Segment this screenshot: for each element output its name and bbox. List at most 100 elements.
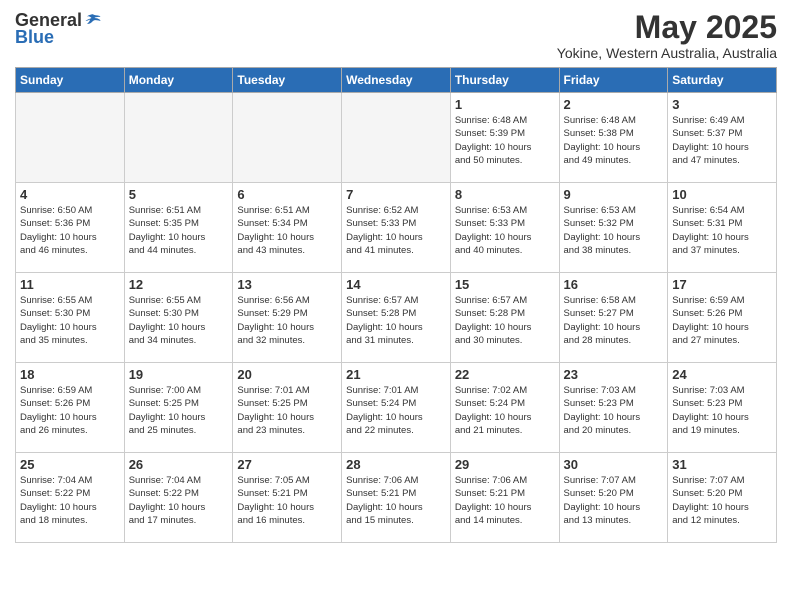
calendar-cell: 8 Sunrise: 6:53 AMSunset: 5:33 PMDaylight… xyxy=(450,183,559,273)
calendar-cell xyxy=(342,93,451,183)
day-number: 27 xyxy=(237,457,337,472)
day-info: Sunrise: 7:07 AMSunset: 5:20 PMDaylight:… xyxy=(564,474,664,527)
calendar-cell: 5 Sunrise: 6:51 AMSunset: 5:35 PMDaylight… xyxy=(124,183,233,273)
calendar-week-1: 4 Sunrise: 6:50 AMSunset: 5:36 PMDaylight… xyxy=(16,183,777,273)
calendar-cell: 18Sunrise: 6:59 AMSunset: 5:26 PMDayligh… xyxy=(16,363,125,453)
calendar-cell: 9Sunrise: 6:53 AMSunset: 5:32 PMDaylight… xyxy=(559,183,668,273)
day-info: Sunrise: 6:53 AMSunset: 5:33 PMDaylight:… xyxy=(455,204,555,257)
calendar-table: SundayMondayTuesdayWednesdayThursdayFrid… xyxy=(15,67,777,543)
day-info: Sunrise: 6:51 AMSunset: 5:35 PMDaylight:… xyxy=(129,204,229,257)
weekday-header-thursday: Thursday xyxy=(450,68,559,93)
day-info: Sunrise: 7:04 AMSunset: 5:22 PMDaylight:… xyxy=(20,474,120,527)
header: General Blue May 2025 Yokine, Western Au… xyxy=(15,10,777,61)
calendar-cell: 25 Sunrise: 7:04 AMSunset: 5:22 PMDayligh… xyxy=(16,453,125,543)
day-info: Sunrise: 6:50 AMSunset: 5:36 PMDaylight:… xyxy=(20,204,120,257)
calendar-week-3: 18Sunrise: 6:59 AMSunset: 5:26 PMDayligh… xyxy=(16,363,777,453)
day-number: 1 xyxy=(455,97,555,112)
day-number: 31 xyxy=(672,457,772,472)
day-info: Sunrise: 6:58 AMSunset: 5:27 PMDaylight:… xyxy=(564,294,664,347)
calendar-cell: 19 Sunrise: 7:00 AMSunset: 5:25 PMDayligh… xyxy=(124,363,233,453)
day-info: Sunrise: 7:01 AMSunset: 5:25 PMDaylight:… xyxy=(237,384,337,437)
day-number: 5 xyxy=(129,187,229,202)
calendar-cell: 7 Sunrise: 6:52 AMSunset: 5:33 PMDaylight… xyxy=(342,183,451,273)
day-info: Sunrise: 7:03 AMSunset: 5:23 PMDaylight:… xyxy=(564,384,664,437)
calendar-cell: 28 Sunrise: 7:06 AMSunset: 5:21 PMDayligh… xyxy=(342,453,451,543)
calendar-cell: 29 Sunrise: 7:06 AMSunset: 5:21 PMDayligh… xyxy=(450,453,559,543)
day-number: 10 xyxy=(672,187,772,202)
day-number: 28 xyxy=(346,457,446,472)
day-number: 30 xyxy=(564,457,664,472)
day-number: 3 xyxy=(672,97,772,112)
calendar-week-2: 11Sunrise: 6:55 AMSunset: 5:30 PMDayligh… xyxy=(16,273,777,363)
calendar-cell: 21 Sunrise: 7:01 AMSunset: 5:24 PMDayligh… xyxy=(342,363,451,453)
day-info: Sunrise: 6:48 AMSunset: 5:39 PMDaylight:… xyxy=(455,114,555,167)
title-area: May 2025 Yokine, Western Australia, Aust… xyxy=(557,10,777,61)
weekday-header-wednesday: Wednesday xyxy=(342,68,451,93)
calendar-cell: 11Sunrise: 6:55 AMSunset: 5:30 PMDayligh… xyxy=(16,273,125,363)
day-number: 17 xyxy=(672,277,772,292)
day-info: Sunrise: 7:06 AMSunset: 5:21 PMDaylight:… xyxy=(346,474,446,527)
calendar-cell: 12 Sunrise: 6:55 AMSunset: 5:30 PMDayligh… xyxy=(124,273,233,363)
weekday-header-monday: Monday xyxy=(124,68,233,93)
day-number: 4 xyxy=(20,187,120,202)
logo-bird-icon xyxy=(84,12,102,30)
calendar-cell: 10Sunrise: 6:54 AMSunset: 5:31 PMDayligh… xyxy=(668,183,777,273)
calendar-cell: 17Sunrise: 6:59 AMSunset: 5:26 PMDayligh… xyxy=(668,273,777,363)
calendar-cell: 1 Sunrise: 6:48 AMSunset: 5:39 PMDaylight… xyxy=(450,93,559,183)
day-info: Sunrise: 6:51 AMSunset: 5:34 PMDaylight:… xyxy=(237,204,337,257)
weekday-header-sunday: Sunday xyxy=(16,68,125,93)
day-info: Sunrise: 6:52 AMSunset: 5:33 PMDaylight:… xyxy=(346,204,446,257)
calendar-cell: 30 Sunrise: 7:07 AMSunset: 5:20 PMDayligh… xyxy=(559,453,668,543)
location-title: Yokine, Western Australia, Australia xyxy=(557,45,777,61)
calendar-cell: 31 Sunrise: 7:07 AMSunset: 5:20 PMDayligh… xyxy=(668,453,777,543)
day-number: 14 xyxy=(346,277,446,292)
day-info: Sunrise: 7:07 AMSunset: 5:20 PMDaylight:… xyxy=(672,474,772,527)
calendar-cell: 13 Sunrise: 6:56 AMSunset: 5:29 PMDayligh… xyxy=(233,273,342,363)
logo-blue: Blue xyxy=(15,27,54,48)
day-number: 19 xyxy=(129,367,229,382)
calendar-cell: 16Sunrise: 6:58 AMSunset: 5:27 PMDayligh… xyxy=(559,273,668,363)
weekday-header-tuesday: Tuesday xyxy=(233,68,342,93)
calendar-cell: 14 Sunrise: 6:57 AMSunset: 5:28 PMDayligh… xyxy=(342,273,451,363)
calendar-cell xyxy=(124,93,233,183)
day-number: 26 xyxy=(129,457,229,472)
day-info: Sunrise: 6:49 AMSunset: 5:37 PMDaylight:… xyxy=(672,114,772,167)
day-number: 15 xyxy=(455,277,555,292)
day-number: 29 xyxy=(455,457,555,472)
calendar-cell xyxy=(16,93,125,183)
day-number: 2 xyxy=(564,97,664,112)
calendar-cell: 20 Sunrise: 7:01 AMSunset: 5:25 PMDayligh… xyxy=(233,363,342,453)
day-info: Sunrise: 6:53 AMSunset: 5:32 PMDaylight:… xyxy=(564,204,664,257)
day-number: 12 xyxy=(129,277,229,292)
day-number: 21 xyxy=(346,367,446,382)
calendar-header-row: SundayMondayTuesdayWednesdayThursdayFrid… xyxy=(16,68,777,93)
calendar-cell: 24 Sunrise: 7:03 AMSunset: 5:23 PMDayligh… xyxy=(668,363,777,453)
day-info: Sunrise: 7:02 AMSunset: 5:24 PMDaylight:… xyxy=(455,384,555,437)
day-number: 25 xyxy=(20,457,120,472)
calendar-cell: 3 Sunrise: 6:49 AMSunset: 5:37 PMDaylight… xyxy=(668,93,777,183)
calendar-cell: 22Sunrise: 7:02 AMSunset: 5:24 PMDayligh… xyxy=(450,363,559,453)
calendar-cell: 27Sunrise: 7:05 AMSunset: 5:21 PMDayligh… xyxy=(233,453,342,543)
calendar-cell: 15 Sunrise: 6:57 AMSunset: 5:28 PMDayligh… xyxy=(450,273,559,363)
day-info: Sunrise: 6:56 AMSunset: 5:29 PMDaylight:… xyxy=(237,294,337,347)
day-info: Sunrise: 6:57 AMSunset: 5:28 PMDaylight:… xyxy=(346,294,446,347)
day-info: Sunrise: 6:55 AMSunset: 5:30 PMDaylight:… xyxy=(129,294,229,347)
day-number: 20 xyxy=(237,367,337,382)
day-number: 13 xyxy=(237,277,337,292)
day-info: Sunrise: 7:00 AMSunset: 5:25 PMDaylight:… xyxy=(129,384,229,437)
day-info: Sunrise: 7:04 AMSunset: 5:22 PMDaylight:… xyxy=(129,474,229,527)
day-number: 7 xyxy=(346,187,446,202)
day-number: 24 xyxy=(672,367,772,382)
day-info: Sunrise: 7:01 AMSunset: 5:24 PMDaylight:… xyxy=(346,384,446,437)
day-info: Sunrise: 7:06 AMSunset: 5:21 PMDaylight:… xyxy=(455,474,555,527)
day-number: 18 xyxy=(20,367,120,382)
logo: General Blue xyxy=(15,10,102,48)
calendar-cell: 6Sunrise: 6:51 AMSunset: 5:34 PMDaylight… xyxy=(233,183,342,273)
weekday-header-saturday: Saturday xyxy=(668,68,777,93)
day-number: 8 xyxy=(455,187,555,202)
calendar-cell: 23Sunrise: 7:03 AMSunset: 5:23 PMDayligh… xyxy=(559,363,668,453)
day-info: Sunrise: 7:03 AMSunset: 5:23 PMDaylight:… xyxy=(672,384,772,437)
month-title: May 2025 xyxy=(557,10,777,45)
day-info: Sunrise: 6:57 AMSunset: 5:28 PMDaylight:… xyxy=(455,294,555,347)
day-info: Sunrise: 6:48 AMSunset: 5:38 PMDaylight:… xyxy=(564,114,664,167)
